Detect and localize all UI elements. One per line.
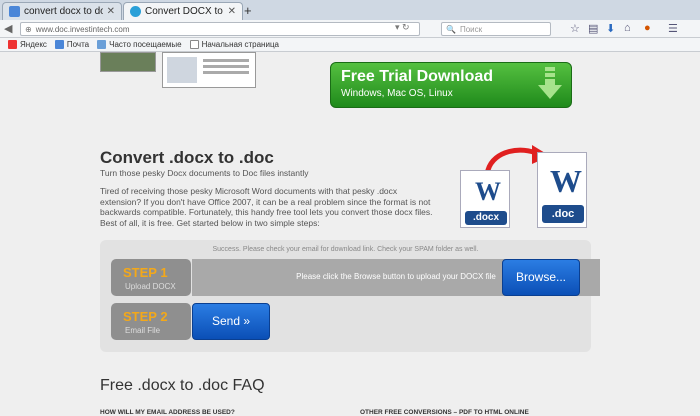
- page-subtitle: Turn those pesky Docx documents to Doc f…: [100, 168, 309, 178]
- screenshot-thumbnail: [162, 52, 256, 88]
- converter-panel: Success. Please check your email for dow…: [100, 240, 600, 352]
- tab-active[interactable]: Convert DOCX to DOC Onl... ✕: [123, 2, 243, 20]
- step-title: STEP 2: [123, 309, 168, 324]
- url-text: www.doc.investintech.com: [35, 24, 130, 34]
- bookmark-label: Часто посещаемые: [109, 40, 182, 49]
- close-icon[interactable]: ✕: [107, 6, 115, 17]
- web-page: Free Trial Download Windows, Mac OS, Lin…: [0, 52, 700, 416]
- bookmark-label: Почта: [66, 40, 90, 49]
- faq-question[interactable]: HOW WILL MY EMAIL ADDRESS BE USED?: [100, 409, 235, 416]
- menu-icon[interactable]: ☰: [668, 22, 678, 35]
- search-placeholder: Поиск: [459, 24, 483, 34]
- trial-subtitle: Windows, Mac OS, Linux: [341, 88, 453, 99]
- folder-icon: [97, 40, 107, 49]
- docx-label: .docx: [465, 211, 507, 225]
- reload-icon[interactable]: ▾ ↻: [395, 22, 410, 33]
- bookmark-label: Начальная страница: [201, 40, 279, 49]
- page-icon: [189, 40, 199, 49]
- download-icon[interactable]: ⬇: [606, 22, 615, 35]
- search-input[interactable]: 🔍 Поиск: [441, 22, 551, 36]
- doc-label: .doc: [542, 205, 584, 223]
- step-subtitle: Email File: [125, 326, 161, 335]
- step-1-badge: STEP 1 Upload DOCX: [111, 259, 191, 296]
- word-letter: W: [475, 177, 501, 206]
- browse-button[interactable]: Browse...: [502, 259, 580, 296]
- conversion-illustration: W .docx W .doc: [460, 142, 590, 234]
- page-title: Convert .docx to .doc: [100, 148, 274, 167]
- bookmark-yandex[interactable]: Яндекс: [8, 40, 47, 49]
- faq-question[interactable]: OTHER FREE CONVERSIONS – PDF TO HTML ONL…: [360, 409, 529, 416]
- tab-label: Convert DOCX to DOC Onl...: [145, 6, 224, 17]
- yandex-icon: [8, 40, 17, 49]
- site-favicon-icon: [130, 6, 141, 17]
- step-title: STEP 1: [123, 265, 168, 280]
- download-arrow-icon: [538, 67, 562, 99]
- tab-inactive[interactable]: convert docx to doc - Пои... ✕: [2, 2, 122, 20]
- new-tab-button[interactable]: +: [244, 3, 252, 18]
- faq-title: Free .docx to .doc FAQ: [100, 377, 265, 394]
- star-icon[interactable]: ☆: [570, 22, 580, 35]
- send-button[interactable]: Send »: [192, 303, 270, 340]
- url-bar[interactable]: ⊕ www.doc.investintech.com: [20, 22, 420, 36]
- globe-icon: ⊕: [25, 24, 32, 34]
- mail-icon: [54, 40, 64, 49]
- bookmarks-bar: Яндекс Почта Часто посещаемые Начальная …: [0, 38, 700, 52]
- trial-title: Free Trial Download: [341, 68, 494, 85]
- firefox-icon[interactable]: ●: [644, 22, 651, 34]
- bookmark-mail[interactable]: Почта: [54, 40, 90, 49]
- search-icon: 🔍: [446, 24, 456, 34]
- step-2-badge: STEP 2 Email File: [111, 303, 191, 340]
- screenshot-thumbnail: [100, 52, 156, 72]
- tab-bar: convert docx to doc - Пои... ✕ Convert D…: [0, 0, 700, 20]
- home-icon[interactable]: ⌂: [624, 22, 631, 34]
- free-trial-download-button[interactable]: Free Trial Download Windows, Mac OS, Lin…: [330, 62, 572, 108]
- doc-file-icon: W .doc: [537, 152, 587, 228]
- tab-label: convert docx to doc - Пои...: [24, 6, 103, 17]
- step-subtitle: Upload DOCX: [125, 282, 176, 291]
- bookmarks-list-icon[interactable]: ▤: [588, 22, 598, 35]
- close-icon[interactable]: ✕: [228, 6, 236, 17]
- bookmark-frequent[interactable]: Часто посещаемые: [97, 40, 182, 49]
- product-screenshots: [100, 52, 256, 88]
- word-letter: W: [550, 163, 582, 199]
- success-message: Success. Please check your email for dow…: [212, 246, 479, 253]
- back-arrow-icon[interactable]: ◀: [4, 22, 12, 35]
- docx-file-icon: W .docx: [460, 170, 510, 228]
- page-description: Tired of receiving those pesky Microsoft…: [100, 186, 433, 228]
- bookmark-start[interactable]: Начальная страница: [189, 40, 279, 49]
- bookmark-label: Яндекс: [20, 40, 47, 49]
- google-favicon-icon: [9, 6, 20, 17]
